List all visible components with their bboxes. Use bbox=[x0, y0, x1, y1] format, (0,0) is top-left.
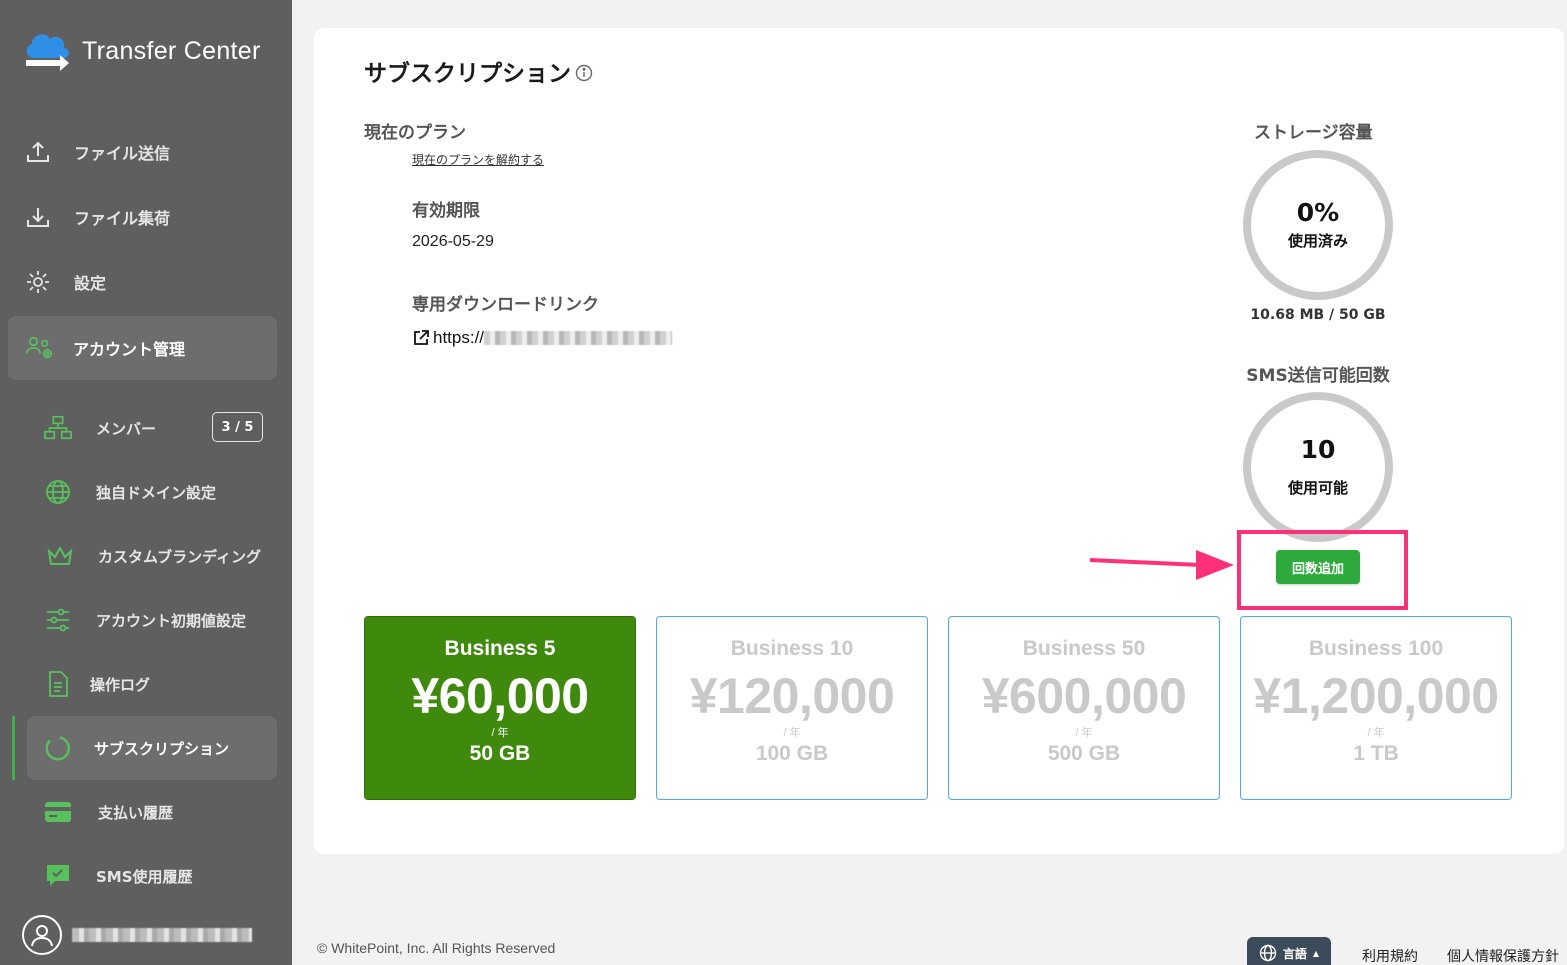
plan-price: ¥600,000 bbox=[981, 668, 1187, 724]
plan-name: Business 5 bbox=[444, 637, 556, 660]
members-icon bbox=[44, 414, 72, 442]
plan-card-business-100[interactable]: Business 100 ¥1,200,000 / 年 1 TB bbox=[1240, 616, 1512, 800]
plan-name: Business 10 bbox=[730, 637, 854, 660]
chat-check-icon bbox=[44, 862, 72, 890]
user-name-redacted bbox=[72, 928, 252, 942]
sidebar-item-account-defaults[interactable]: アカウント初期値設定 bbox=[0, 588, 292, 652]
copyright: © WhitePoint, Inc. All Rights Reserved bbox=[317, 940, 556, 956]
storage-percent: 0% bbox=[1296, 197, 1340, 227]
sidebar-item-label: アカウント管理 bbox=[73, 340, 186, 359]
sidebar-item-label: 操作ログ bbox=[90, 675, 151, 694]
crown-icon bbox=[46, 542, 74, 570]
expiry-label: 有効期限 bbox=[412, 201, 480, 221]
privacy-link[interactable]: 個人情報保護方針 bbox=[1447, 946, 1559, 965]
plan-period: / 年 bbox=[783, 727, 801, 739]
sms-ring: 10 使用可能 bbox=[1243, 392, 1393, 542]
storage-ring: 0% 使用済み bbox=[1243, 150, 1393, 300]
sliders-icon bbox=[44, 606, 72, 634]
plan-size: 1 TB bbox=[1353, 742, 1399, 765]
plan-period: / 年 bbox=[491, 727, 509, 739]
plan-price: ¥120,000 bbox=[689, 668, 895, 724]
sidebar: Transfer Center ファイル送信 ファイル集荷 設定 アカウント管理… bbox=[0, 0, 292, 965]
sidebar-item-subscription[interactable]: サブスクリプション bbox=[27, 716, 277, 780]
sidebar-item-label: SMS使用履歴 bbox=[96, 867, 193, 886]
plan-size: 500 GB bbox=[1047, 742, 1121, 765]
sidebar-item-custom-domain[interactable]: 独自ドメイン設定 bbox=[0, 460, 292, 524]
sidebar-item-settings[interactable]: 設定 bbox=[0, 250, 292, 314]
circle-progress-icon bbox=[44, 734, 72, 762]
credit-card-icon bbox=[44, 798, 72, 826]
cancel-plan-link[interactable]: 現在のプランを解約する bbox=[412, 151, 544, 168]
sidebar-item-label: アカウント初期値設定 bbox=[96, 611, 247, 630]
sidebar-item-operation-log[interactable]: 操作ログ bbox=[0, 652, 292, 716]
globe-icon bbox=[1259, 944, 1277, 962]
external-link-icon bbox=[414, 330, 429, 345]
sms-count: 10 bbox=[1300, 434, 1336, 464]
sidebar-item-sms-history[interactable]: SMS使用履歴 bbox=[0, 844, 292, 908]
subscription-card: サブスクリプション 現在のプラン 現在のプランを解約する 有効期限 2026-0… bbox=[314, 28, 1564, 854]
globe-icon bbox=[44, 478, 72, 506]
storage-usage: 10.68 MB / 50 GB bbox=[1250, 307, 1386, 323]
plan-size: 100 GB bbox=[755, 742, 829, 765]
page-title: サブスクリプション bbox=[364, 54, 593, 88]
info-icon[interactable] bbox=[575, 64, 593, 82]
sms-label: SMS送信可能回数 bbox=[1246, 366, 1390, 386]
annotation-arrow-icon bbox=[1089, 550, 1234, 580]
page-title-text: サブスクリプション bbox=[364, 61, 571, 87]
plan-list: Business 5 ¥60,000 / 年 50 GB Business 10… bbox=[364, 616, 1512, 800]
plan-period: / 年 bbox=[1367, 727, 1385, 739]
language-button-label: 言語 bbox=[1282, 946, 1307, 961]
plan-price: ¥60,000 bbox=[411, 668, 589, 724]
plan-card-business-5[interactable]: Business 5 ¥60,000 / 年 50 GB bbox=[364, 616, 636, 800]
sidebar-item-payment-history[interactable]: 支払い履歴 bbox=[0, 780, 292, 844]
expiry-value: 2026-05-29 bbox=[412, 233, 494, 250]
sidebar-item-label: ファイル送信 bbox=[74, 144, 171, 163]
download-link[interactable]: https:// bbox=[412, 328, 673, 348]
account-manage-icon bbox=[26, 334, 54, 362]
caret-up-icon: ▲ bbox=[1312, 948, 1320, 958]
sidebar-item-label: 支払い履歴 bbox=[98, 803, 174, 822]
document-icon bbox=[44, 670, 72, 698]
user-account[interactable] bbox=[22, 915, 252, 955]
sidebar-item-label: サブスクリプション bbox=[94, 739, 230, 758]
gear-icon bbox=[24, 268, 52, 296]
storage-label: ストレージ容量 bbox=[1254, 123, 1373, 143]
plan-period: / 年 bbox=[1075, 727, 1093, 739]
sms-available-label: 使用可能 bbox=[1287, 479, 1348, 498]
add-sms-count-button[interactable]: 回数追加 bbox=[1276, 550, 1360, 584]
app-title: Transfer Center bbox=[82, 36, 261, 65]
plan-card-business-10[interactable]: Business 10 ¥120,000 / 年 100 GB bbox=[656, 616, 928, 800]
sidebar-item-label: 設定 bbox=[74, 274, 107, 293]
plan-price: ¥1,200,000 bbox=[1253, 668, 1499, 724]
download-link-prefix: https:// bbox=[433, 328, 485, 347]
sidebar-item-label: メンバー bbox=[96, 419, 157, 438]
current-plan-label: 現在のプラン bbox=[364, 123, 466, 143]
sidebar-item-account-management[interactable]: アカウント管理 bbox=[8, 316, 277, 380]
plan-name: Business 50 bbox=[1022, 637, 1146, 660]
storage-used-label: 使用済み bbox=[1287, 232, 1348, 251]
brand-logo[interactable]: Transfer Center bbox=[22, 28, 261, 74]
terms-link[interactable]: 利用規約 bbox=[1362, 946, 1418, 965]
download-icon bbox=[24, 203, 52, 231]
language-button[interactable]: 言語 ▲ bbox=[1247, 937, 1331, 965]
upload-icon bbox=[24, 138, 52, 166]
sidebar-item-label: 独自ドメイン設定 bbox=[96, 483, 217, 502]
sidebar-item-label: カスタムブランディング bbox=[98, 547, 262, 566]
download-link-redacted bbox=[484, 331, 673, 345]
sidebar-item-label: ファイル集荷 bbox=[74, 209, 171, 228]
user-avatar-icon bbox=[22, 915, 62, 955]
download-link-label: 専用ダウンロードリンク bbox=[412, 295, 599, 315]
cloud-transfer-icon bbox=[26, 34, 69, 71]
plan-card-business-50[interactable]: Business 50 ¥600,000 / 年 500 GB bbox=[948, 616, 1220, 800]
sidebar-item-custom-branding[interactable]: カスタムブランディング bbox=[0, 524, 292, 588]
sidebar-item-file-collect[interactable]: ファイル集荷 bbox=[0, 185, 292, 249]
sidebar-item-file-send[interactable]: ファイル送信 bbox=[0, 120, 292, 184]
member-count-badge: 3 / 5 bbox=[212, 412, 263, 442]
plan-name: Business 100 bbox=[1308, 637, 1444, 660]
plan-size: 50 GB bbox=[469, 742, 531, 765]
active-indicator bbox=[12, 716, 15, 780]
